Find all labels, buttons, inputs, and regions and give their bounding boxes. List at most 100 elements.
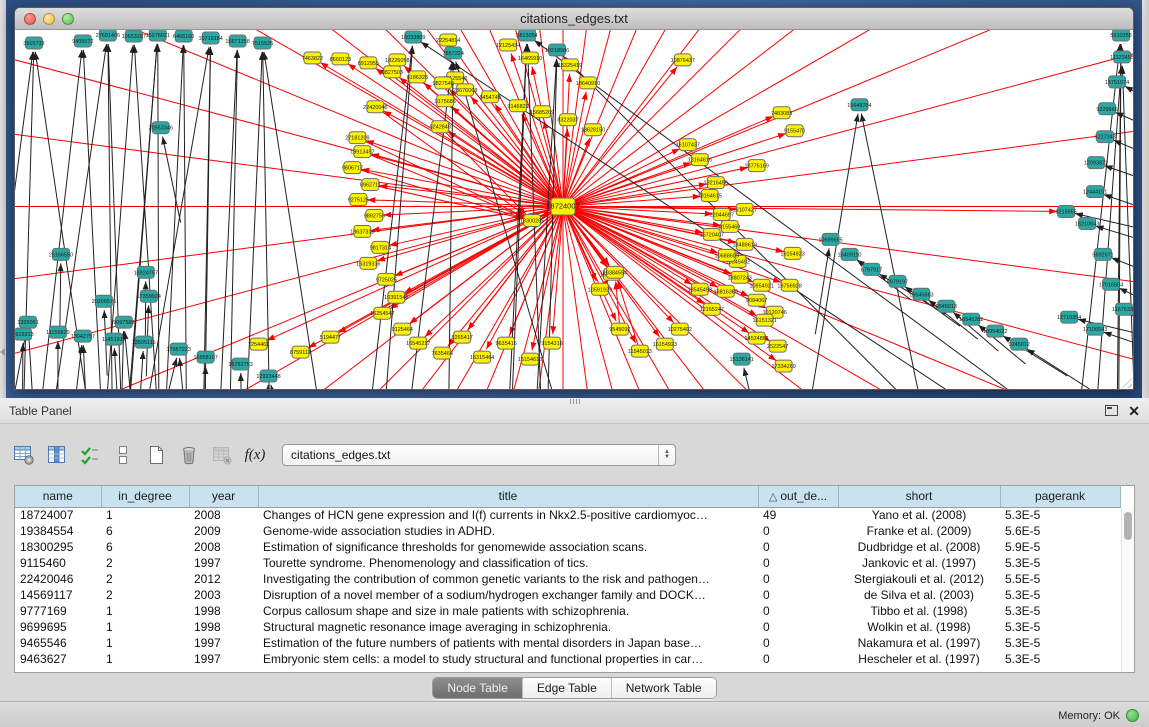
column-header-pagerank[interactable]: pagerank (1000, 486, 1120, 507)
graph-node-label: 16465910 (518, 56, 542, 62)
column-header-in_degree[interactable]: in_degree (101, 486, 189, 507)
tab-network-table[interactable]: Network Table (611, 678, 716, 698)
graph-node-label: 18164615 (698, 194, 722, 200)
table-row[interactable]: 969969511998Structural magnetic resonanc… (15, 619, 1120, 635)
graph-node-label: 9154316 (541, 341, 562, 347)
column-header-year[interactable]: year (189, 486, 258, 507)
tab-node-table[interactable]: Node Table (433, 678, 522, 698)
float-panel-icon[interactable] (1105, 405, 1118, 416)
table-panel-title: Table Panel (9, 404, 72, 418)
clear-selection-icon[interactable] (111, 443, 135, 467)
panel-divider-handle[interactable] (570, 399, 580, 404)
graph-node-label: 18226058 (385, 58, 409, 64)
network-window-titlebar[interactable]: citations_edges.txt (15, 8, 1133, 30)
graph-node-label: 9275125 (348, 198, 369, 204)
show-columns-icon[interactable] (45, 443, 69, 467)
delete-table-icon[interactable] (210, 443, 234, 467)
table-selector[interactable]: citations_edges.txt ▲▼ (282, 444, 676, 466)
close-button[interactable] (24, 13, 36, 25)
graph-node-label: 16545217 (406, 341, 430, 347)
graph-node-label: 12444151 (1083, 190, 1107, 196)
table-panel: Table Panel ✕ f(x) citations_edge (0, 398, 1149, 727)
table-row[interactable]: 977716911998Corpus callosum shape and si… (15, 603, 1120, 619)
table-row[interactable]: 911546021997Tourette syndrome. Phenomeno… (15, 555, 1120, 571)
graph-node-label: 8813054 (516, 33, 537, 39)
graph-node-label: 9545013 (936, 304, 957, 310)
graph-node-label: 10719184 (198, 36, 222, 42)
graph-node-label: 3915313 (15, 332, 34, 338)
table-mode-icon[interactable] (12, 443, 36, 467)
graph-node-label: 1335061 (17, 320, 38, 326)
graph-node-label: 7635464 (432, 351, 453, 357)
graph-node-label: 20206576 (92, 299, 116, 305)
graph-node-label: 16210643 (1075, 221, 1099, 227)
graph-node-label: 9827503 (382, 70, 403, 76)
table-row[interactable]: 1872400712008Changes of HCN gene express… (15, 507, 1120, 523)
function-builder-icon[interactable]: f(x) (243, 443, 267, 467)
select-all-icon[interactable] (78, 443, 102, 467)
attribute-table: namein_degreeyeartitle△out_de...shortpag… (15, 486, 1121, 667)
graph-node-label: 15751074 (1105, 80, 1129, 86)
scrollbar-thumb[interactable] (1124, 512, 1132, 540)
table-row[interactable]: 946362711997Embryonic stem cells: a mode… (15, 651, 1120, 667)
graph-node-label: 7515526 (252, 41, 273, 47)
graph-node-label: 17359924 (137, 294, 161, 300)
graph-node-label: 3915733 (23, 41, 44, 47)
table-tabs-bar: Node TableEdge TableNetwork Table (0, 675, 1149, 701)
graph-node-label: 9545092 (609, 327, 630, 333)
table-row[interactable]: 946554611997Estimation of the future num… (15, 635, 1120, 651)
network-view-region: citations_edges.txt 18724007391573394055… (0, 0, 1149, 398)
graph-node-label: 2522547 (767, 344, 788, 350)
table-row[interactable]: 2242004622012Investigating the contribut… (15, 571, 1120, 587)
zoom-button[interactable] (62, 13, 74, 25)
graph-node-label: 6466160 (173, 34, 194, 40)
graph-node-label: 9125464 (392, 327, 413, 333)
graph-node-label: 9227343 (1094, 135, 1115, 141)
graph-node-label: 16545663 (909, 292, 933, 298)
graph-node-label: 15136141 (730, 357, 754, 363)
column-header-out_de[interactable]: △out_de... (758, 486, 838, 507)
tab-edge-table[interactable]: Edge Table (522, 678, 611, 698)
graph-node-label: 20553346 (149, 126, 173, 132)
minimize-button[interactable] (43, 13, 55, 25)
graph-node-label: 8322037 (557, 118, 578, 124)
graph-node-label: 19756928 (777, 283, 801, 289)
column-header-name[interactable]: name (15, 486, 101, 507)
graph-node-label: 10391546 (384, 295, 408, 301)
table-row[interactable]: 1830029562008Estimation of significance … (15, 539, 1120, 555)
network-desktop: citations_edges.txt 18724007391573394055… (6, 0, 1142, 398)
graph-node-label: 7254461 (248, 342, 269, 348)
graph-node-label: 17106543 (1083, 327, 1107, 333)
table-row[interactable]: 1938455462009Genome-wide association stu… (15, 523, 1120, 539)
delete-column-icon[interactable] (177, 443, 201, 467)
memory-status-indicator[interactable] (1126, 709, 1139, 722)
graph-node-label: 15276021 (146, 33, 170, 39)
graph-node-label: 10954921 (749, 283, 773, 289)
network-window[interactable]: citations_edges.txt 18724007391573394055… (14, 7, 1134, 390)
graph-node-label: 7483083 (771, 111, 792, 117)
column-header-title[interactable]: title (258, 486, 758, 507)
graph-node-label: 11675335 (1112, 307, 1133, 313)
network-canvas[interactable]: 1872400739157339405572276914061065328715… (15, 30, 1133, 389)
table-vertical-scrollbar[interactable] (1121, 508, 1134, 672)
new-column-icon[interactable] (144, 443, 168, 467)
table-row[interactable]: 1456911722003Disruption of a novel membe… (15, 587, 1120, 603)
graph-node-label: 18300295 (520, 218, 544, 224)
graph-node-label: 8215955 (1055, 209, 1076, 215)
close-panel-icon[interactable]: ✕ (1128, 404, 1140, 418)
graph-node-label: 9817314 (370, 245, 391, 251)
graph-node-label: 16545282 (959, 317, 983, 323)
graph-node-label: 15154613 (518, 357, 542, 363)
graph-node-label: 5194477 (320, 335, 341, 341)
graph-node-label: 9242848 (430, 125, 451, 131)
graph-node-label: 9245012 (1009, 342, 1030, 348)
graph-node-label: 18325419 (558, 63, 582, 69)
graph-node-label: 16107437 (676, 143, 700, 149)
graph-node-label: 9155470 (784, 129, 805, 135)
graph-node-label: 16816369 (714, 289, 738, 295)
graph-node-label: 9146821 (507, 104, 528, 110)
column-header-short[interactable]: short (838, 486, 1000, 507)
graph-node-label: 19218986 (545, 48, 569, 54)
table-selector-value: citations_edges.txt (283, 448, 658, 462)
collapse-panel-arrow-icon[interactable] (0, 348, 5, 356)
